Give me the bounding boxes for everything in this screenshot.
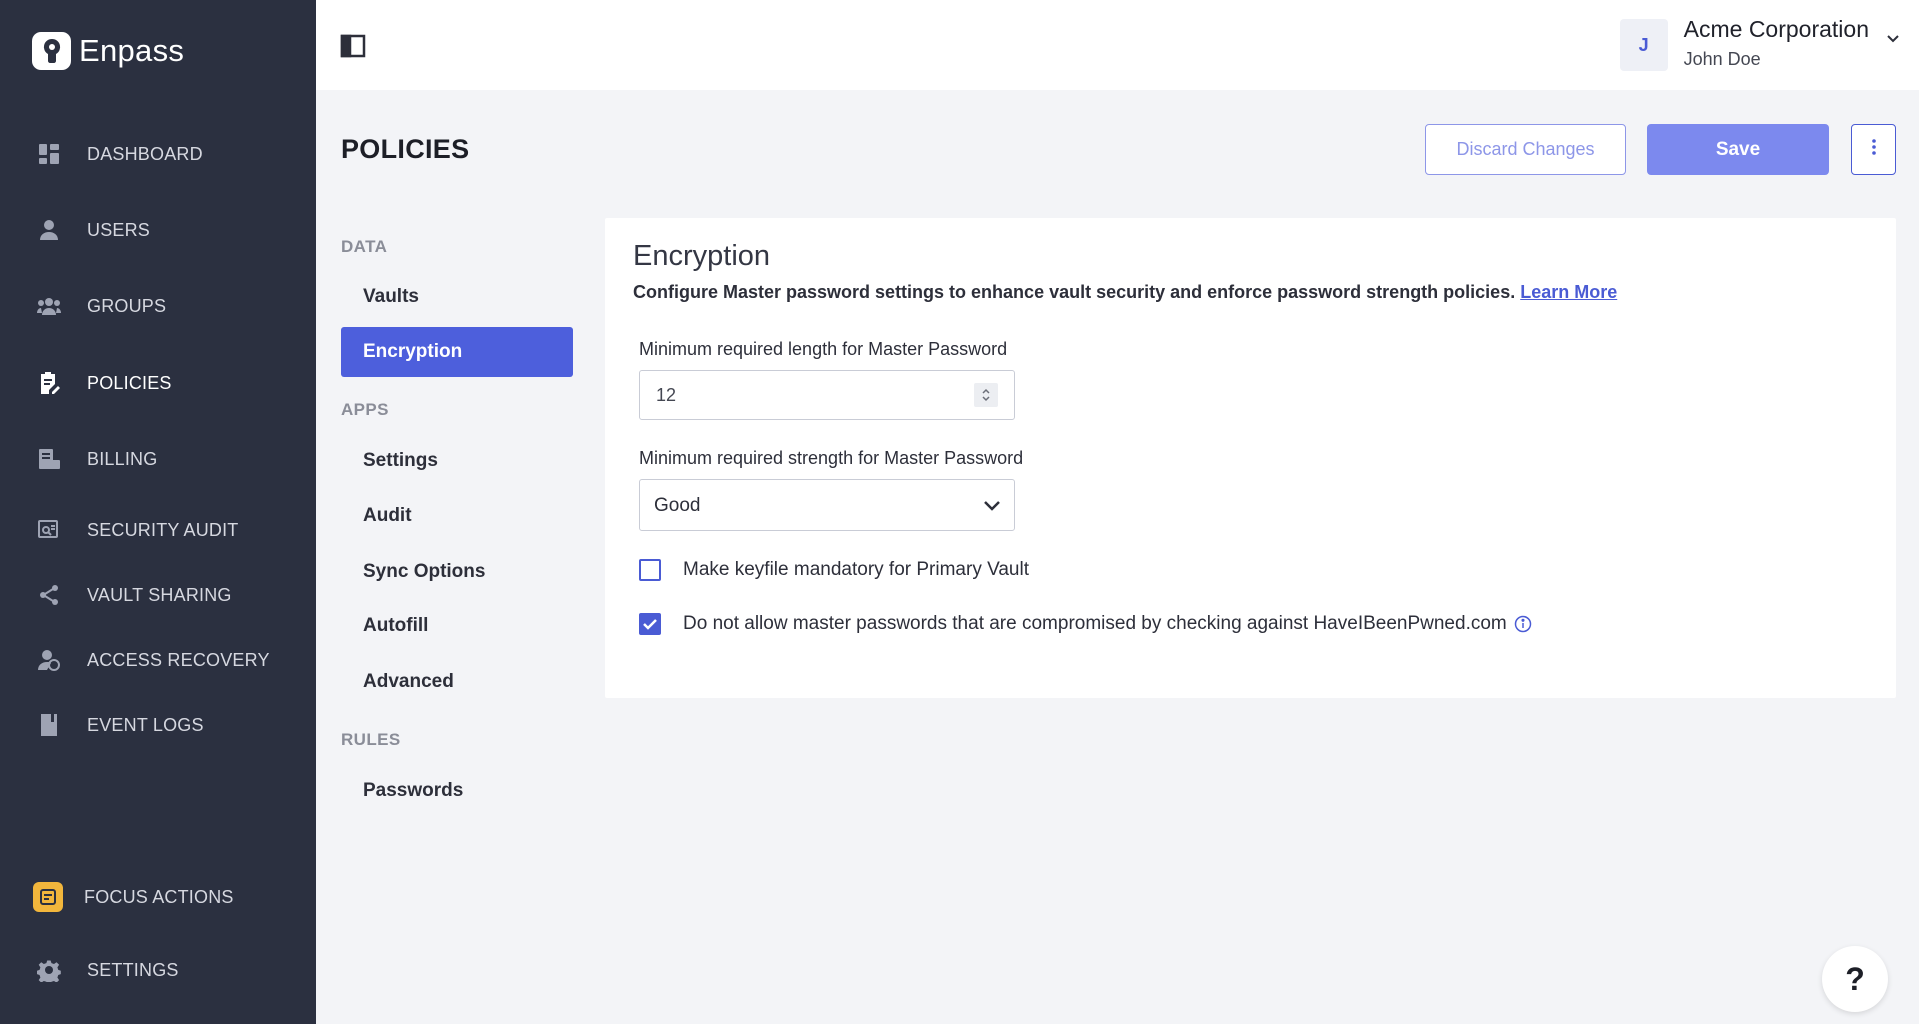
sidebar-item-label: FOCUS ACTIONS — [84, 886, 234, 907]
billing-icon — [36, 446, 62, 472]
help-button[interactable]: ? — [1822, 946, 1888, 1012]
chevron-down-icon — [1887, 30, 1899, 48]
sidebar-item-security-audit[interactable]: SECURITY AUDIT — [36, 517, 239, 543]
organization-switcher[interactable]: J Acme Corporation John Doe — [1619, 14, 1899, 71]
sidebar-item-label: BILLING — [87, 448, 158, 469]
min-strength-label: Minimum required strength for Master Pas… — [639, 448, 1024, 468]
security-audit-icon — [36, 517, 62, 543]
sidebar-item-vault-sharing[interactable]: VAULT SHARING — [36, 582, 232, 608]
min-strength-select[interactable]: Good — [639, 479, 1015, 531]
subnav-item-passwords[interactable]: Passwords — [341, 766, 573, 816]
keyfile-checkbox[interactable] — [639, 559, 661, 581]
page-title: POLICIES — [341, 134, 470, 164]
encryption-settings-card: Encryption Configure Master password set… — [605, 218, 1896, 698]
sidebar-item-label: VAULT SHARING — [87, 584, 232, 605]
enpass-logo-icon — [32, 32, 71, 70]
subnav-section-apps: APPS — [341, 400, 389, 419]
organization-name: Acme Corporation — [1683, 16, 1869, 42]
dashboard-icon — [36, 141, 62, 167]
subnav-item-sync-options[interactable]: Sync Options — [341, 547, 573, 597]
user-icon — [36, 217, 62, 243]
topbar: J Acme Corporation John Doe — [316, 0, 1919, 90]
access-recovery-icon — [36, 647, 62, 673]
sidebar-item-dashboard[interactable]: DASHBOARD — [36, 141, 203, 167]
subnav-item-advanced[interactable]: Advanced — [341, 657, 573, 707]
save-button[interactable]: Save — [1647, 124, 1829, 175]
hibp-label: Do not allow master passwords that are c… — [683, 613, 1507, 634]
card-title: Encryption — [633, 240, 771, 272]
info-icon[interactable] — [1514, 615, 1532, 633]
sidebar-item-label: DASHBOARD — [87, 143, 203, 164]
sidebar-item-users[interactable]: USERS — [36, 217, 150, 243]
gear-icon — [36, 957, 62, 983]
subnav-item-vaults[interactable]: Vaults — [341, 272, 573, 322]
event-logs-icon — [36, 712, 62, 738]
subnav-item-audit[interactable]: Audit — [341, 491, 573, 541]
min-length-label: Minimum required length for Master Passw… — [639, 339, 1008, 359]
subnav-item-settings[interactable]: Settings — [341, 436, 573, 486]
hibp-option: Do not allow master passwords that are c… — [639, 613, 1532, 635]
brand-name: Enpass — [79, 33, 185, 68]
hibp-checkbox[interactable] — [639, 613, 661, 635]
sidebar-item-label: GROUPS — [87, 295, 167, 316]
sidebar: Enpass DASHBOARD USERS GROUPS POLICIES B… — [0, 0, 316, 1024]
subnav-section-rules: RULES — [341, 730, 401, 749]
sidebar-item-label: USERS — [87, 219, 151, 240]
min-length-value: 12 — [656, 385, 677, 405]
sidebar-toggle-icon[interactable] — [340, 34, 366, 58]
brand[interactable]: Enpass — [32, 32, 184, 70]
sidebar-item-billing[interactable]: BILLING — [36, 446, 157, 472]
keyfile-label: Make keyfile mandatory for Primary Vault — [683, 559, 1029, 580]
sidebar-item-label: SECURITY AUDIT — [87, 519, 239, 540]
sidebar-item-settings[interactable]: SETTINGS — [36, 957, 179, 983]
sidebar-item-event-logs[interactable]: EVENT LOGS — [36, 712, 204, 738]
min-strength-value: Good — [654, 495, 701, 516]
subnav-section-data: DATA — [341, 237, 388, 256]
sidebar-item-policies[interactable]: POLICIES — [36, 370, 172, 396]
subnav-item-autofill[interactable]: Autofill — [341, 601, 573, 651]
number-stepper[interactable] — [974, 383, 998, 407]
policies-icon — [36, 370, 62, 396]
card-description: Configure Master password settings to en… — [633, 282, 1617, 303]
sidebar-item-label: SETTINGS — [87, 959, 179, 980]
more-options-button[interactable] — [1851, 124, 1896, 175]
discard-changes-button[interactable]: Discard Changes — [1425, 124, 1626, 175]
more-vertical-icon — [1871, 139, 1876, 160]
groups-icon — [36, 293, 62, 319]
focus-actions-icon — [33, 882, 63, 912]
sidebar-item-focus-actions[interactable]: FOCUS ACTIONS — [33, 882, 234, 912]
sidebar-item-access-recovery[interactable]: ACCESS RECOVERY — [36, 647, 270, 673]
stepper-arrows-icon — [982, 388, 990, 402]
checkmark-icon — [643, 618, 657, 630]
avatar: J — [1619, 19, 1668, 71]
sidebar-item-label: EVENT LOGS — [87, 714, 204, 735]
keyfile-option: Make keyfile mandatory for Primary Vault — [639, 559, 1029, 581]
learn-more-link[interactable]: Learn More — [1520, 282, 1617, 302]
min-length-input[interactable]: 12 — [639, 370, 1015, 420]
sidebar-item-label: ACCESS RECOVERY — [87, 649, 270, 670]
chevron-down-icon — [984, 498, 1000, 516]
sidebar-item-groups[interactable]: GROUPS — [36, 293, 166, 319]
share-icon — [36, 582, 62, 608]
sidebar-item-label: POLICIES — [87, 372, 172, 393]
description-text: Configure Master password settings to en… — [633, 282, 1516, 302]
user-name: John Doe — [1683, 49, 1761, 69]
subnav-item-encryption[interactable]: Encryption — [341, 327, 573, 377]
